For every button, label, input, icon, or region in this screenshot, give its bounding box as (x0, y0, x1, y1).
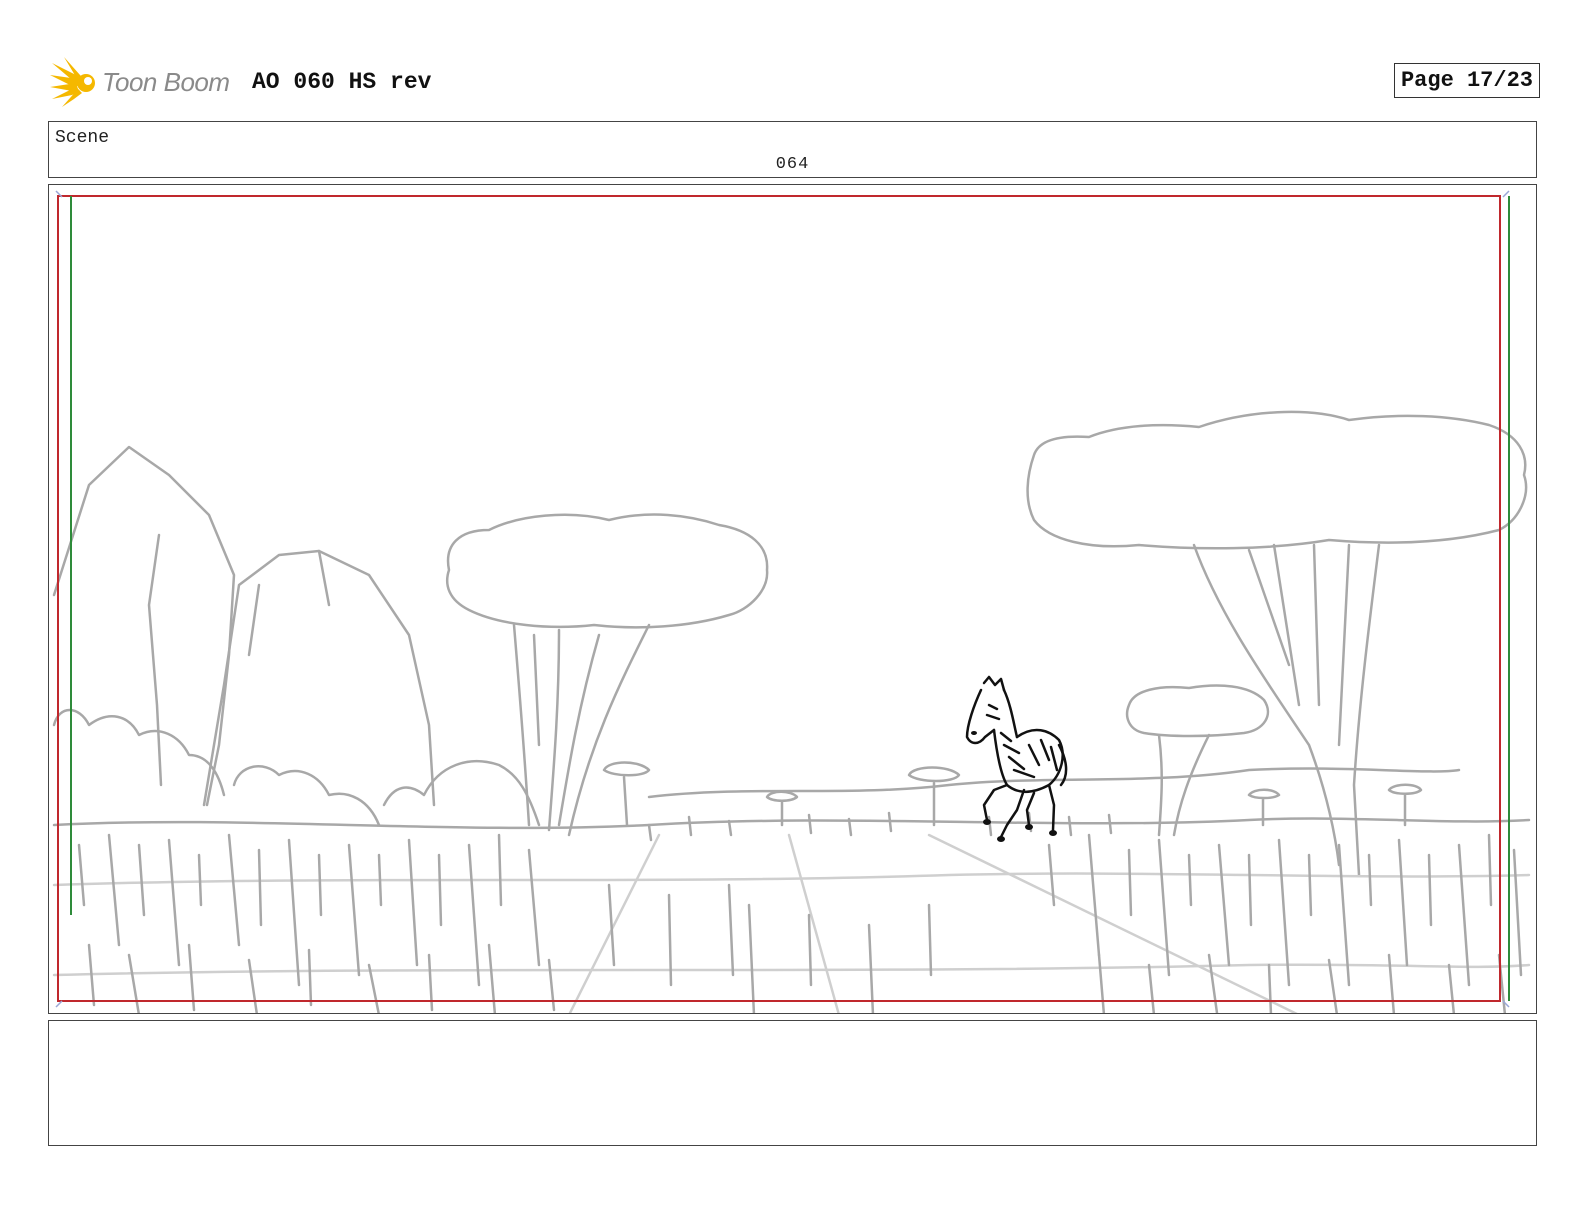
document-title: AO 060 HS rev (252, 69, 432, 95)
panel-drawing (52, 190, 1531, 1013)
savanna-background-sketch (52, 410, 1531, 1013)
scene-field: Scene 064 (48, 121, 1537, 178)
page-header: Toon Boom AO 060 HS rev Page 17/23 (50, 55, 1540, 111)
zebra-character (965, 675, 1068, 842)
logo-wordmark: Toon Boom (102, 67, 230, 97)
frame-corner-markers (55, 190, 1510, 1008)
scene-number: 064 (775, 155, 810, 174)
panel-notes-field (48, 1020, 1537, 1146)
page-indicator: Page 17/23 (1393, 63, 1540, 98)
starburst-logo-icon (50, 57, 95, 107)
scene-label: Scene (55, 128, 110, 148)
toon-boom-logo: Toon Boom (50, 55, 240, 111)
storyboard-panel (48, 184, 1537, 1014)
